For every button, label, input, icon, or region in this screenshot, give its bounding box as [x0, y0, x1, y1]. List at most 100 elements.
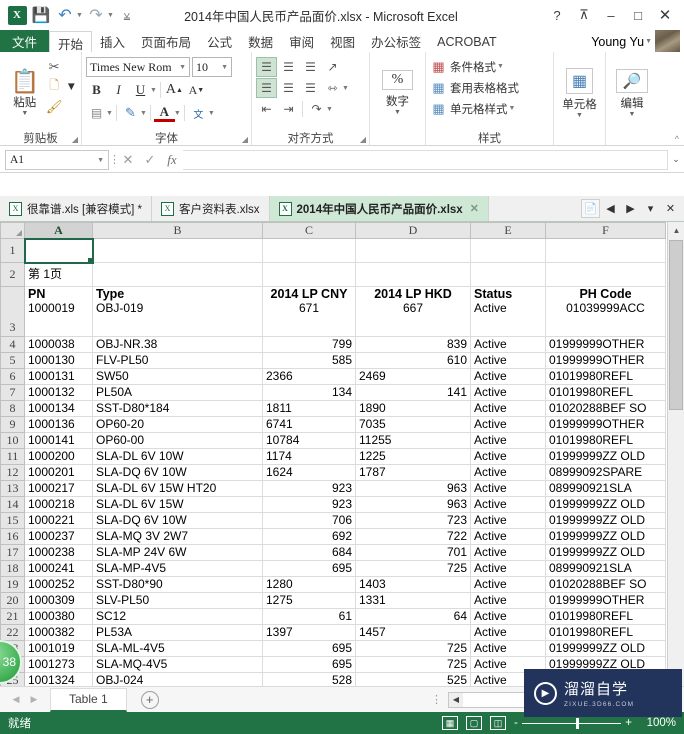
- tab-acrobat[interactable]: ACROBAT: [429, 30, 505, 53]
- cell-hkd[interactable]: 963: [355, 480, 471, 497]
- row-header-3[interactable]: 3: [0, 286, 25, 337]
- cell-type[interactable]: SC12: [92, 608, 263, 625]
- cell-type[interactable]: SST-D80*90: [92, 576, 263, 593]
- format-painter-button[interactable]: 🖌: [46, 97, 77, 116]
- cell-ph-code[interactable]: 01999999OTHER: [545, 336, 666, 353]
- doc-tab-next-icon[interactable]: ▶: [621, 199, 640, 218]
- cell-pn[interactable]: 1000201: [24, 464, 93, 481]
- save-icon[interactable]: 💾: [30, 4, 52, 26]
- cell-hkd[interactable]: 1225: [355, 448, 471, 465]
- cell-hkd[interactable]: 1890: [355, 400, 471, 417]
- phonetic-guide-icon[interactable]: 文: [188, 103, 209, 123]
- paste-dropdown-icon[interactable]: ▼: [21, 110, 28, 117]
- cell-pn[interactable]: 1000217: [24, 480, 93, 497]
- cell-ph-code[interactable]: 01019980REFL: [545, 608, 666, 625]
- bold-button[interactable]: B: [86, 80, 107, 100]
- cell-pn[interactable]: 1000134: [24, 400, 93, 417]
- borders-dropdown-icon[interactable]: ▼: [106, 110, 113, 117]
- cell-pn[interactable]: 1000130: [24, 352, 93, 369]
- expand-formula-bar-icon[interactable]: ⌄: [668, 154, 684, 165]
- tab-office-tab[interactable]: 办公标签: [363, 30, 429, 53]
- cell-cny[interactable]: 585: [262, 352, 356, 369]
- cell-E2[interactable]: [470, 262, 546, 287]
- cell-D2[interactable]: [355, 262, 471, 287]
- cell-type[interactable]: SLV-PL50: [92, 592, 263, 609]
- cell-ph-code[interactable]: 01019980REFL: [545, 384, 666, 401]
- row-header-21[interactable]: 21: [0, 608, 25, 625]
- cell-type[interactable]: SLA-ML-4V5: [92, 640, 263, 657]
- fill-color-icon[interactable]: ✎: [120, 103, 141, 123]
- decrease-indent-icon[interactable]: ⇤: [256, 99, 277, 119]
- doc-tab-list-icon[interactable]: ▾: [641, 199, 660, 218]
- conditional-formatting-button[interactable]: ▦ 条件格式 ▼: [430, 57, 519, 76]
- cell-pn[interactable]: 1000200: [24, 448, 93, 465]
- conditional-formatting-dropdown-icon[interactable]: ▼: [497, 63, 504, 70]
- font-size-dropdown-icon[interactable]: ▼: [221, 63, 228, 71]
- cancel-formula-icon[interactable]: ✕: [117, 149, 139, 171]
- cell-type[interactable]: SLA-DL 6V 15W HT20: [92, 480, 263, 497]
- cell-hkd[interactable]: 1403: [355, 576, 471, 593]
- font-color-dropdown-icon[interactable]: ▼: [174, 110, 181, 117]
- underline-button[interactable]: U: [130, 80, 151, 100]
- collapse-ribbon-icon[interactable]: ^: [675, 134, 679, 144]
- row-header-12[interactable]: 12: [0, 464, 25, 481]
- copy-dropdown-icon[interactable]: ▼: [66, 81, 77, 93]
- zoom-thumb[interactable]: [575, 717, 579, 729]
- normal-view-icon[interactable]: ▦: [442, 716, 458, 730]
- page-break-view-icon[interactable]: ◫: [490, 716, 506, 730]
- column-header-E[interactable]: E: [470, 222, 546, 239]
- tab-data[interactable]: 数据: [240, 30, 281, 53]
- cell-cny[interactable]: 1280: [262, 576, 356, 593]
- font-name-input[interactable]: Times New Rom ▼: [86, 57, 190, 77]
- zoom-slider[interactable]: - +: [514, 717, 632, 729]
- redo-dropdown-icon[interactable]: ▼: [107, 12, 114, 19]
- align-left-icon[interactable]: ☰: [256, 78, 277, 98]
- align-center-icon[interactable]: ☰: [278, 78, 299, 98]
- row-header-9[interactable]: 9: [0, 416, 25, 433]
- cell-ph-code[interactable]: 01999999ZZ OLD: [545, 496, 666, 513]
- row-header-22[interactable]: 22: [0, 624, 25, 641]
- cell-status[interactable]: Active: [470, 352, 546, 369]
- cell-ph-code[interactable]: 01999999OTHER: [545, 592, 666, 609]
- cell-C2[interactable]: [262, 262, 356, 287]
- wrap-dropdown-icon[interactable]: ▼: [326, 106, 333, 113]
- row-header-13[interactable]: 13: [0, 480, 25, 497]
- align-bottom-icon[interactable]: ☰: [300, 57, 321, 77]
- cell-cny[interactable]: 528: [262, 672, 356, 686]
- cell-pn[interactable]: 1000141: [24, 432, 93, 449]
- fill-color-dropdown-icon[interactable]: ▼: [140, 110, 147, 117]
- cell-cny[interactable]: 1275: [262, 592, 356, 609]
- doc-tab-prev-icon[interactable]: ◀: [601, 199, 620, 218]
- cell-hkd[interactable]: 11255: [355, 432, 471, 449]
- restore-icon[interactable]: □: [625, 4, 651, 26]
- grow-font-button[interactable]: A ▲: [164, 80, 185, 100]
- vertical-scrollbar[interactable]: ▲ ▼: [667, 222, 684, 686]
- close-icon[interactable]: ✕: [652, 4, 678, 26]
- vertical-scroll-thumb[interactable]: [669, 240, 683, 410]
- cell-ph-code[interactable]: 01999999OTHER: [545, 352, 666, 369]
- formula-input[interactable]: [183, 149, 668, 170]
- phonetic-dropdown-icon[interactable]: ▼: [208, 110, 215, 117]
- tab-insert[interactable]: 插入: [92, 30, 133, 53]
- cell-F1[interactable]: [545, 238, 666, 263]
- row-header-17[interactable]: 17: [0, 544, 25, 561]
- cell-type[interactable]: SLA-DQ 6V 10W: [92, 512, 263, 529]
- cell-status[interactable]: Active: [470, 608, 546, 625]
- spreadsheet-grid[interactable]: A B C D E F 1 2 第 1页 3 PN 1000019 Type O…: [0, 222, 684, 686]
- cell-type[interactable]: SLA-DL 6V 15W: [92, 496, 263, 513]
- row-header-14[interactable]: 14: [0, 496, 25, 513]
- copy-button[interactable]: 🗋 ▼: [46, 77, 77, 96]
- borders-icon[interactable]: ▤: [86, 103, 107, 123]
- cell-status[interactable]: Active: [470, 416, 546, 433]
- cell-cny[interactable]: 695: [262, 560, 356, 577]
- page-layout-icon[interactable]: ▢: [466, 716, 482, 730]
- cell-status[interactable]: Active: [470, 624, 546, 641]
- row-header-11[interactable]: 11: [0, 448, 25, 465]
- cell-type[interactable]: PL50A: [92, 384, 263, 401]
- tab-view[interactable]: 视图: [322, 30, 363, 53]
- alignment-dialog-launcher-icon[interactable]: ◢: [360, 135, 366, 144]
- clipboard-dialog-launcher-icon[interactable]: ◢: [72, 135, 78, 144]
- shrink-font-button[interactable]: A ▼: [186, 80, 207, 100]
- row-header-10[interactable]: 10: [0, 432, 25, 449]
- cell-B1[interactable]: [92, 238, 263, 263]
